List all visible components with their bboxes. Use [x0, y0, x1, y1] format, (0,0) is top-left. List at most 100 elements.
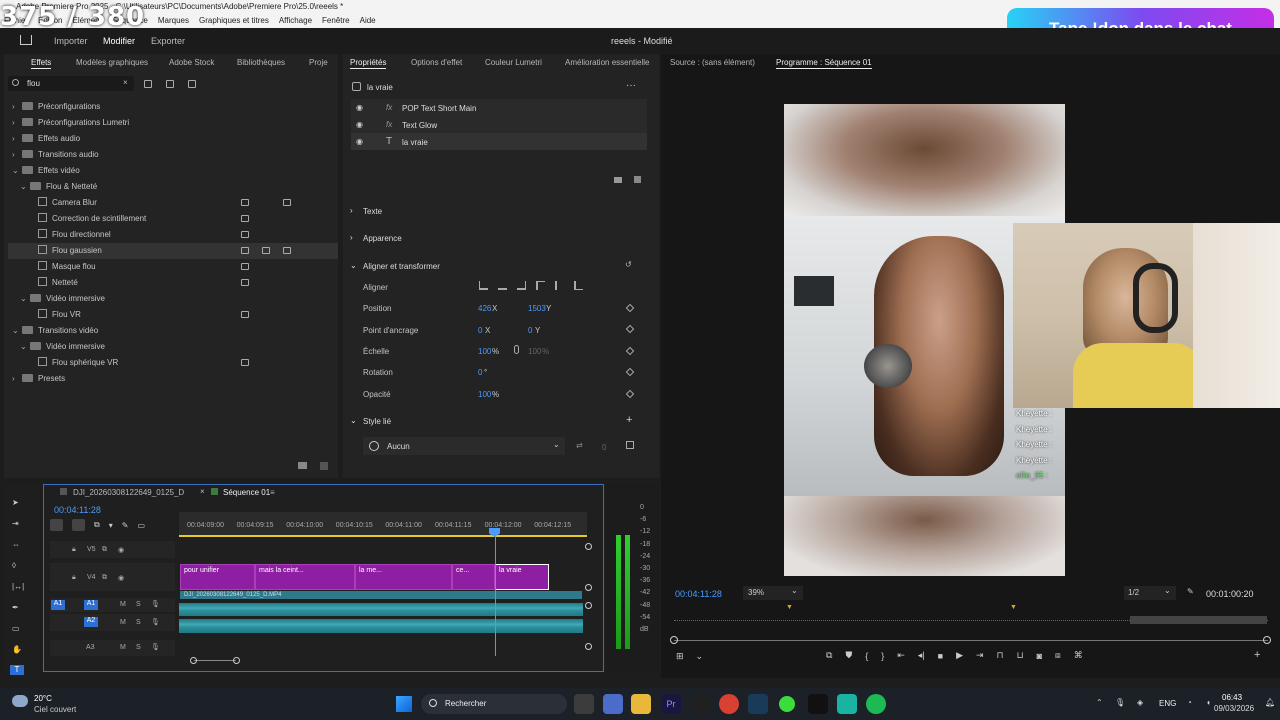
effects-tree-item[interactable]: ⌄ Flou & Netteté: [8, 179, 338, 195]
section-text[interactable]: Texte: [363, 207, 382, 216]
accelerated-filter-icon[interactable]: [144, 80, 152, 88]
tab-effects[interactable]: Effets: [31, 58, 52, 69]
effects-tree-item[interactable]: Netteté: [8, 275, 338, 291]
mark-in-icon[interactable]: {: [865, 651, 868, 661]
chevron-down-icon[interactable]: ⌄: [696, 651, 704, 662]
tab-lumetri-color[interactable]: Couleur Lumetri: [485, 58, 542, 67]
marker-icon[interactable]: ▼: [1010, 604, 1017, 611]
razor-tool-icon[interactable]: ◊: [12, 561, 16, 570]
tab-edit[interactable]: Modifier: [103, 36, 135, 46]
menu-item[interactable]: Graphiques et titres: [199, 14, 269, 28]
tab-adobe-stock[interactable]: Adobe Stock: [169, 58, 214, 67]
layer-row[interactable]: [351, 99, 647, 116]
menu-item[interactable]: Fenêtre: [322, 14, 350, 28]
video-clip-v1[interactable]: DJI_20260308122649_0125_D.MP4: [180, 591, 582, 599]
section-arrow-open[interactable]: ⌄: [350, 416, 357, 425]
menu-item[interactable]: Aide: [360, 14, 376, 28]
add-icon[interactable]: +: [626, 414, 632, 426]
volume-icon[interactable]: ◖: [1206, 698, 1211, 707]
copilot-icon[interactable]: [603, 694, 623, 714]
snap-icon[interactable]: [72, 519, 85, 531]
chevron-right-icon[interactable]: ›: [12, 115, 22, 131]
clock-date[interactable]: 09/03/2026: [1214, 704, 1254, 713]
chevron-down-icon[interactable]: ⌄: [12, 323, 22, 339]
compare-icon[interactable]: ⧈: [1055, 650, 1061, 661]
taskbar-search[interactable]: Rechercher: [421, 694, 567, 714]
chrome-icon[interactable]: [719, 694, 739, 714]
steam-icon[interactable]: [748, 694, 768, 714]
app-teal-icon[interactable]: [837, 694, 857, 714]
align-center-h-icon[interactable]: [498, 281, 507, 290]
new-bin-icon[interactable]: [298, 462, 307, 469]
section-align-transform[interactable]: Aligner et transformer: [363, 262, 440, 271]
rotation-value[interactable]: 0: [478, 368, 482, 377]
stop-icon[interactable]: ■: [938, 651, 943, 661]
windows-start-icon[interactable]: [396, 696, 412, 712]
tab-clip-sequence[interactable]: DJI_20260308122649_0125_D: [73, 488, 184, 497]
timeline-timecode[interactable]: 00:04:11:28: [54, 505, 101, 515]
chevron-down-icon[interactable]: ⌄: [20, 291, 30, 307]
style-dropdown[interactable]: Aucun ⌄: [363, 437, 565, 455]
ripple-edit-icon[interactable]: ⇔: [12, 540, 20, 549]
resolution-dropdown[interactable]: 1/2 ⌄: [1124, 586, 1176, 600]
32bit-filter-icon[interactable]: [166, 80, 174, 88]
solo-icon[interactable]: S: [136, 644, 141, 651]
align-middle-v-icon[interactable]: [555, 281, 564, 290]
new-layer-icon[interactable]: [614, 177, 622, 183]
lock-icon[interactable]: 🔒︎: [72, 574, 76, 582]
tab-import[interactable]: Importer: [54, 36, 88, 46]
tab-source[interactable]: Source : (sans élément): [670, 58, 755, 67]
scroll-handle[interactable]: [670, 636, 678, 644]
solo-icon[interactable]: S: [136, 601, 141, 608]
effects-tree-item[interactable]: Flou directionnel: [8, 227, 338, 243]
marker-icon[interactable]: ▼: [786, 604, 793, 611]
track-label-a1[interactable]: A1: [84, 600, 98, 610]
mute-icon[interactable]: M: [120, 601, 126, 608]
wifi-icon[interactable]: ◔: [1187, 698, 1192, 707]
layer-row[interactable]: [351, 116, 647, 133]
file-explorer-icon[interactable]: [631, 694, 651, 714]
menu-item[interactable]: Affichage: [279, 14, 312, 28]
delete-layer-icon[interactable]: [634, 176, 641, 183]
zoom-handle[interactable]: [233, 657, 240, 664]
section-appearance[interactable]: Apparence: [363, 234, 402, 243]
effects-tree-item[interactable]: › Transitions audio: [8, 147, 338, 163]
mic-icon[interactable]: 🎙︎: [151, 600, 160, 608]
captions-icon[interactable]: ▭: [137, 521, 145, 530]
task-view-icon[interactable]: [574, 694, 594, 714]
eye-icon[interactable]: ◉: [118, 574, 124, 582]
sync-lock-icon[interactable]: ⧉: [102, 546, 107, 554]
spotify-icon[interactable]: [866, 694, 886, 714]
layer-row[interactable]: [351, 133, 647, 150]
clear-search-icon[interactable]: ×: [123, 78, 128, 87]
program-timecode[interactable]: 00:04:11:28: [675, 589, 722, 599]
effects-tree-item[interactable]: ⌄ Transitions vidéo: [8, 323, 338, 339]
mic-icon[interactable]: 🎙︎: [151, 618, 160, 626]
eye-icon[interactable]: ◉: [356, 137, 363, 146]
effects-tree-item[interactable]: › Préconfigurations: [8, 99, 338, 115]
menu-icon[interactable]: ≡: [270, 488, 275, 497]
play-icon[interactable]: ▶: [956, 650, 963, 661]
tray-mic-icon[interactable]: 🎙︎: [1115, 698, 1125, 707]
reset-icon[interactable]: ↺: [625, 260, 632, 269]
anchor-y-value[interactable]: 0: [528, 326, 532, 335]
home-icon[interactable]: [20, 35, 32, 45]
work-area-bar[interactable]: [179, 535, 587, 537]
timeline-clip-selected[interactable]: la vraie: [495, 564, 549, 590]
obs-icon[interactable]: [690, 694, 710, 714]
camera-icon[interactable]: ◙: [1037, 651, 1042, 661]
lift-icon[interactable]: ⧉: [826, 650, 832, 661]
mic-icon[interactable]: 🎙︎: [151, 643, 160, 651]
nest-icon[interactable]: [50, 519, 63, 531]
tray-chevron-icon[interactable]: ⌃: [1096, 698, 1103, 707]
sync-lock-icon[interactable]: ⧉: [102, 574, 107, 582]
effects-tree-item[interactable]: Flou sphérique VR: [8, 355, 338, 371]
scale-value[interactable]: 100: [478, 347, 491, 356]
zoom-handle[interactable]: [190, 657, 197, 664]
close-icon[interactable]: ×: [200, 487, 205, 496]
timeline-clip[interactable]: mais la ceint...: [255, 564, 355, 590]
language-indicator[interactable]: ENG: [1159, 699, 1176, 708]
tab-export[interactable]: Exporter: [151, 36, 185, 46]
pen-tool-icon[interactable]: ✒: [12, 603, 19, 612]
align-top-icon[interactable]: [536, 281, 545, 290]
